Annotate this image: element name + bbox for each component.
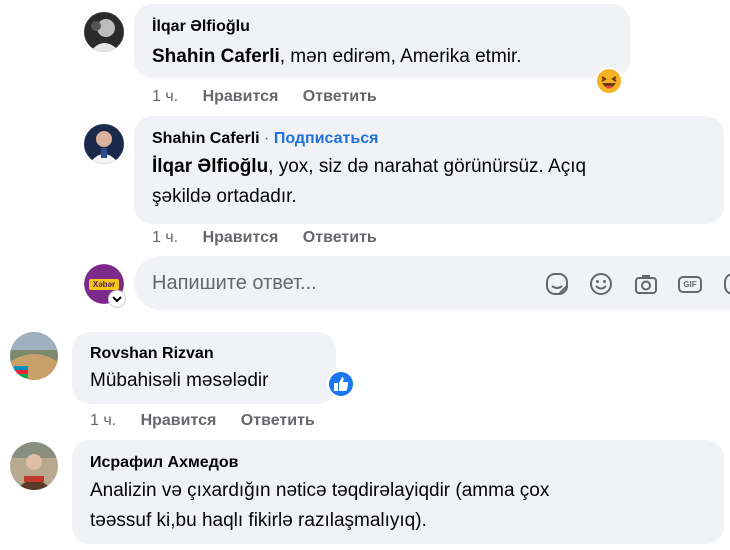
account-switch-chevron-icon[interactable] [108, 290, 126, 308]
comment-text: Analizin və çıxardığın nəticə təqdirəlay… [90, 480, 550, 531]
avatar-ilqar[interactable] [84, 12, 124, 52]
comment-bubble-2: Shahin Caferli · Подписаться İlqar Əlfio… [134, 116, 724, 224]
sticker-icon[interactable] [544, 271, 570, 297]
comment-author[interactable]: Исрафил Ахмедов [90, 454, 238, 472]
comment-author[interactable]: Rovshan Rizvan [90, 345, 214, 363]
subscribe-link[interactable]: Подписаться [274, 130, 379, 147]
comment-text: İlqar Əlfioğlu, yox, siz də narahat görü… [152, 156, 587, 207]
comment-text: Mübahisəli məsələdir [90, 370, 269, 391]
laughing-emoji-icon[interactable] [594, 66, 624, 96]
comment-meta-1: 1 ч. Нравится Ответить [152, 88, 377, 106]
camera-icon[interactable] [633, 271, 659, 297]
like-button[interactable]: Нравится [203, 229, 279, 246]
like-button[interactable]: Нравится [141, 412, 217, 429]
sticker-alt-icon[interactable] [722, 271, 730, 297]
like-thumb-icon[interactable] [326, 369, 356, 399]
comment-author[interactable]: İlqar Əlfioğlu [152, 18, 250, 36]
reply-input[interactable] [152, 256, 512, 310]
reply-button[interactable]: Ответить [303, 88, 377, 105]
comment-meta-3: 1 ч. Нравится Ответить [90, 412, 315, 430]
comment-time[interactable]: 1 ч. [152, 229, 178, 246]
avatar-rovshan[interactable] [10, 332, 58, 380]
comment-bubble-3: Rovshan Rizvan Mübahisəli məsələdir [72, 332, 336, 404]
avatar-shahin[interactable] [84, 124, 124, 164]
reply-composer: GIF [134, 256, 730, 310]
mention-link[interactable]: Shahin Caferli [152, 46, 280, 67]
mention-link[interactable]: İlqar Əlfioğlu [152, 156, 268, 177]
gif-icon[interactable]: GIF [677, 271, 703, 297]
reply-button[interactable]: Ответить [303, 229, 377, 246]
comment-bubble-1: İlqar Əlfioğlu Shahin Caferli, mən edirə… [134, 4, 630, 78]
comment-author[interactable]: Shahin Caferli [152, 130, 260, 147]
comment-meta-2: 1 ч. Нравится Ответить [152, 229, 377, 247]
emoji-icon[interactable] [588, 271, 614, 297]
composer-avatar-label: Xəbər [92, 280, 116, 289]
comment-time[interactable]: 1 ч. [152, 88, 178, 105]
reply-button[interactable]: Ответить [241, 412, 315, 429]
comment-time[interactable]: 1 ч. [90, 412, 116, 429]
like-button[interactable]: Нравится [203, 88, 279, 105]
comment-text: Shahin Caferli, mən edirəm, Amerika etmi… [152, 46, 522, 67]
avatar-israfil[interactable] [10, 442, 58, 490]
comment-author-row: Shahin Caferli · Подписаться [152, 130, 379, 147]
comment-bubble-4: Исрафил Ахмедов Analizin və çıxardığın n… [72, 440, 724, 544]
